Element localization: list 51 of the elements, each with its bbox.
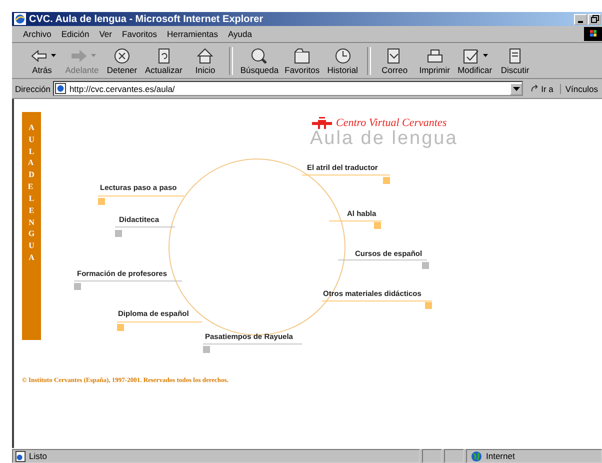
mail-button[interactable]: Correo: [374, 46, 415, 74]
menu-item[interactable]: Herramientas: [162, 29, 223, 39]
menu-item[interactable]: Edición: [56, 29, 94, 39]
menu-item[interactable]: Archivo: [18, 29, 56, 39]
print-icon: [424, 46, 445, 64]
banner-text: AULA DE LENGUA: [28, 122, 36, 264]
search-button[interactable]: Búsqueda: [237, 46, 282, 74]
history-icon: [332, 46, 353, 64]
zone-text: Internet: [486, 451, 515, 461]
maximize-button[interactable]: [588, 14, 601, 24]
restore-icon: [590, 15, 598, 23]
page-icon: [55, 83, 66, 94]
print-button[interactable]: Imprimir: [414, 46, 455, 74]
home-button[interactable]: Inicio: [185, 46, 226, 74]
address-field[interactable]: http://cvc.cervantes.es/aula/: [53, 81, 524, 96]
browser-icon: [14, 13, 26, 25]
page-heading: Aula de lengua: [310, 128, 458, 150]
address-label: Dirección: [15, 84, 50, 94]
caret-icon: [90, 54, 96, 57]
logo-icon: [312, 117, 332, 129]
links-button[interactable]: Vínculos: [560, 84, 602, 94]
menu-item[interactable]: Favoritos: [117, 29, 162, 39]
caret-icon: [512, 86, 520, 90]
globe-icon: [471, 450, 482, 462]
refresh-button[interactable]: Actualizar: [142, 46, 186, 74]
dropdown-button[interactable]: [510, 82, 522, 94]
leader-line: [115, 226, 175, 228]
menu-item[interactable]: Ayuda: [223, 29, 257, 39]
back-button[interactable]: Atrás: [22, 46, 62, 74]
menu-item[interactable]: Ver: [94, 29, 117, 39]
windows-logo-icon: [584, 27, 602, 41]
minimize-button[interactable]: [574, 14, 587, 24]
go-button[interactable]: Ir a: [526, 84, 558, 94]
history-button[interactable]: Historial: [322, 46, 363, 74]
stop-button[interactable]: Detener: [102, 46, 142, 74]
caret-icon: [50, 54, 56, 57]
discuss-button[interactable]: Discutir: [495, 46, 536, 74]
brand-name: Centro Virtual Cervantes: [336, 117, 447, 129]
status-text: Listo: [29, 451, 47, 461]
leader-line: [329, 220, 382, 222]
edit-button[interactable]: Modificar: [454, 46, 496, 74]
search-icon: [249, 46, 270, 64]
window-title: CVC. Aula de lengua - Microsoft Internet Explorer: [29, 14, 264, 24]
favorites-button[interactable]: Favoritos: [282, 46, 323, 74]
stop-icon: [112, 46, 132, 64]
home-icon: [195, 46, 216, 64]
arrow-icon: [530, 84, 540, 93]
edit-icon: [461, 46, 482, 64]
caret-icon: [483, 54, 488, 57]
favorites-icon: [292, 46, 312, 64]
page-icon: [15, 450, 26, 462]
